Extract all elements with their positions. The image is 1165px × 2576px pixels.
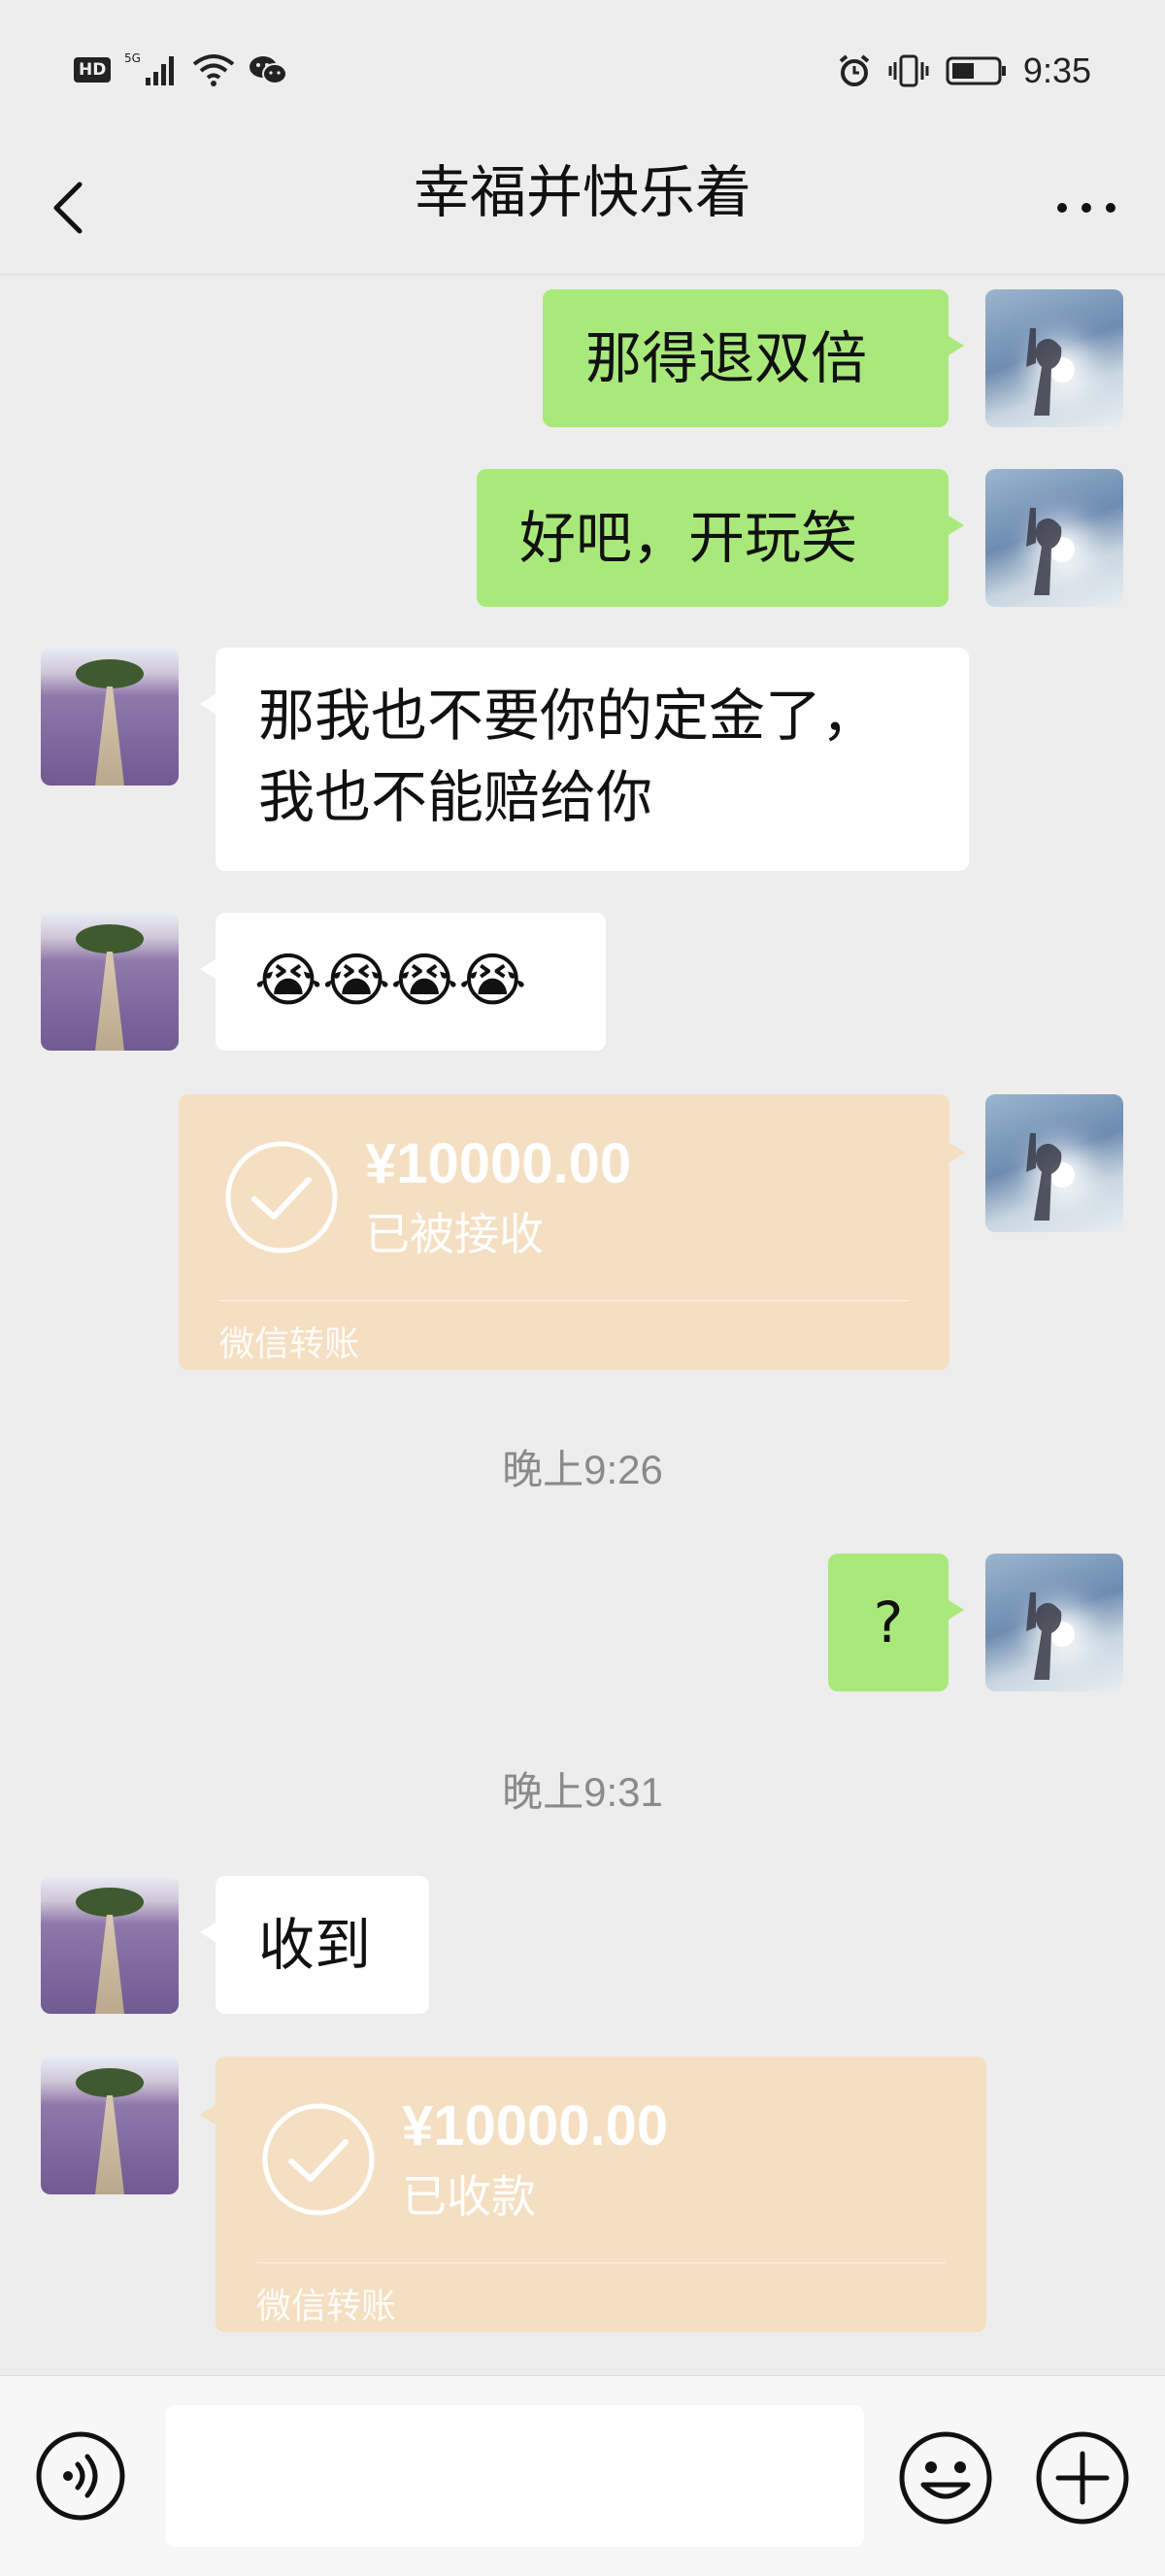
message-text: ? (873, 1589, 904, 1656)
transfer-card[interactable]: ¥10000.00 已被接收 微信转账 (179, 1094, 965, 1370)
transfer-card[interactable]: ¥10000.00 已收款 微信转账 (200, 2057, 986, 2332)
chat-header: 幸福并快乐着 (0, 146, 1165, 275)
divider (256, 2262, 946, 2263)
timestamp: 晚上9:31 (502, 1769, 663, 1815)
avatar[interactable] (985, 289, 1123, 427)
avatar[interactable] (41, 1876, 179, 2014)
timestamp: 晚上9:26 (502, 1447, 663, 1492)
message-bubble[interactable]: 😭😭😭😭 (200, 913, 606, 1051)
avatar[interactable] (985, 469, 1123, 607)
status-bar: HD 5G 9:35 (0, 0, 1165, 146)
message-text: 收到 (258, 1912, 372, 1978)
more-icon[interactable] (1043, 169, 1130, 247)
emoji-text: 😭😭😭😭 (254, 947, 527, 1015)
transfer-status: 已被接收 (365, 1208, 544, 1260)
network-type: 5G (124, 51, 141, 65)
avatar[interactable] (41, 2057, 179, 2194)
transfer-brand: 微信转账 (219, 1324, 360, 1364)
message-text-line: 我也不能赔给你 (258, 764, 653, 830)
signal-icon: 5G (124, 51, 175, 85)
wechat-icon (250, 56, 288, 84)
emoji-icon[interactable] (898, 2430, 993, 2526)
battery-icon (946, 56, 1006, 85)
plus-icon[interactable] (1035, 2430, 1130, 2526)
avatar[interactable] (985, 1094, 1123, 1232)
message-bubble[interactable]: 好吧，开玩笑 (477, 469, 964, 607)
message-bubble[interactable]: ? (828, 1554, 964, 1691)
check-circle-icon (262, 2103, 375, 2216)
voice-icon[interactable] (35, 2430, 126, 2522)
transfer-amount: ¥10000.00 (402, 2094, 669, 2158)
transfer-brand: 微信转账 (256, 2287, 397, 2326)
clock: 9:35 (1022, 50, 1091, 90)
avatar[interactable] (41, 648, 179, 786)
message-bubble[interactable]: 那得退双倍 (543, 289, 964, 427)
message-text: 那得退双倍 (585, 325, 868, 391)
vibrate-icon (888, 54, 929, 87)
message-bubble[interactable]: 那我也不要你的定金了， 我也不能赔给你 (200, 648, 969, 871)
message-bubble[interactable]: 收到 (200, 1876, 429, 2014)
status-left: HD 5G (74, 50, 288, 89)
alarm-icon (839, 54, 870, 86)
avatar[interactable] (985, 1554, 1123, 1691)
wifi-icon (193, 54, 235, 86)
network-badge: HD (74, 57, 112, 83)
status-right: 9:35 (837, 50, 1091, 91)
avatar[interactable] (41, 913, 179, 1051)
message-text: 好吧，开玩笑 (519, 505, 858, 571)
message-text-line: 那我也不要你的定金了， (258, 683, 879, 749)
transfer-status: 已收款 (402, 2170, 536, 2223)
transfer-amount: ¥10000.00 (365, 1132, 632, 1195)
chat-title: 幸福并快乐着 (413, 159, 751, 225)
input-bar (0, 2375, 1165, 2576)
check-circle-icon (225, 1141, 338, 1254)
message-input[interactable] (165, 2405, 864, 2547)
divider (219, 1300, 909, 1301)
